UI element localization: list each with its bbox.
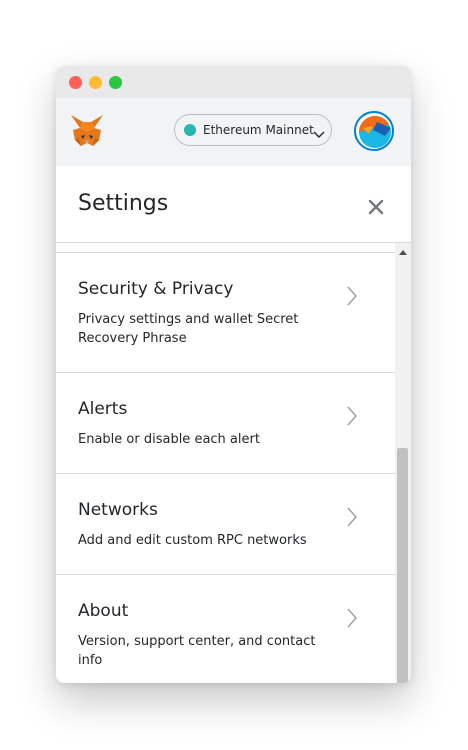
- network-label: Ethereum Mainnet: [203, 123, 314, 137]
- settings-item-title: Security & Privacy: [78, 279, 234, 299]
- close-icon[interactable]: [368, 199, 384, 215]
- extension-window: Ethereum Mainnet Settings Security & Pri…: [56, 66, 411, 683]
- metamask-fox-icon[interactable]: [69, 113, 105, 147]
- settings-item-alerts[interactable]: Alerts Enable or disable each alert: [56, 373, 395, 474]
- settings-item-description: Privacy settings and wallet Secret Recov…: [78, 312, 299, 346]
- window-minimize-button[interactable]: [89, 76, 102, 89]
- network-selector[interactable]: Ethereum Mainnet: [174, 114, 332, 146]
- window-zoom-button[interactable]: [109, 76, 122, 89]
- chevron-right-icon: [346, 405, 358, 427]
- app-header: Ethereum Mainnet: [56, 98, 411, 166]
- chevron-right-icon: [346, 506, 358, 528]
- account-avatar-icon[interactable]: [354, 111, 394, 151]
- settings-item-title: Alerts: [78, 399, 128, 419]
- scrollbar[interactable]: [395, 243, 411, 683]
- chevron-down-icon: [313, 125, 325, 138]
- settings-list: Security & Privacy Privacy settings and …: [56, 243, 395, 683]
- settings-title: Settings: [78, 191, 169, 216]
- settings-item-description: Enable or disable each alert: [78, 432, 260, 447]
- network-status-dot: [184, 124, 196, 136]
- window-titlebar: [56, 66, 411, 98]
- settings-item-security-privacy[interactable]: Security & Privacy Privacy settings and …: [56, 253, 395, 373]
- settings-item-title: Networks: [78, 500, 158, 520]
- chevron-right-icon: [346, 285, 358, 307]
- settings-item-description: Version, support center, and contact inf…: [78, 634, 316, 668]
- settings-header: Settings: [56, 166, 411, 243]
- chevron-right-icon: [346, 607, 358, 629]
- settings-item-description: Add and edit custom RPC networks: [78, 533, 307, 548]
- scrollbar-thumb[interactable]: [397, 448, 408, 683]
- scroll-up-arrow-icon[interactable]: [399, 250, 407, 255]
- settings-item-about[interactable]: About Version, support center, and conta…: [56, 575, 395, 683]
- settings-item-networks[interactable]: Networks Add and edit custom RPC network…: [56, 474, 395, 575]
- window-close-button[interactable]: [69, 76, 82, 89]
- settings-item-title: About: [78, 601, 129, 621]
